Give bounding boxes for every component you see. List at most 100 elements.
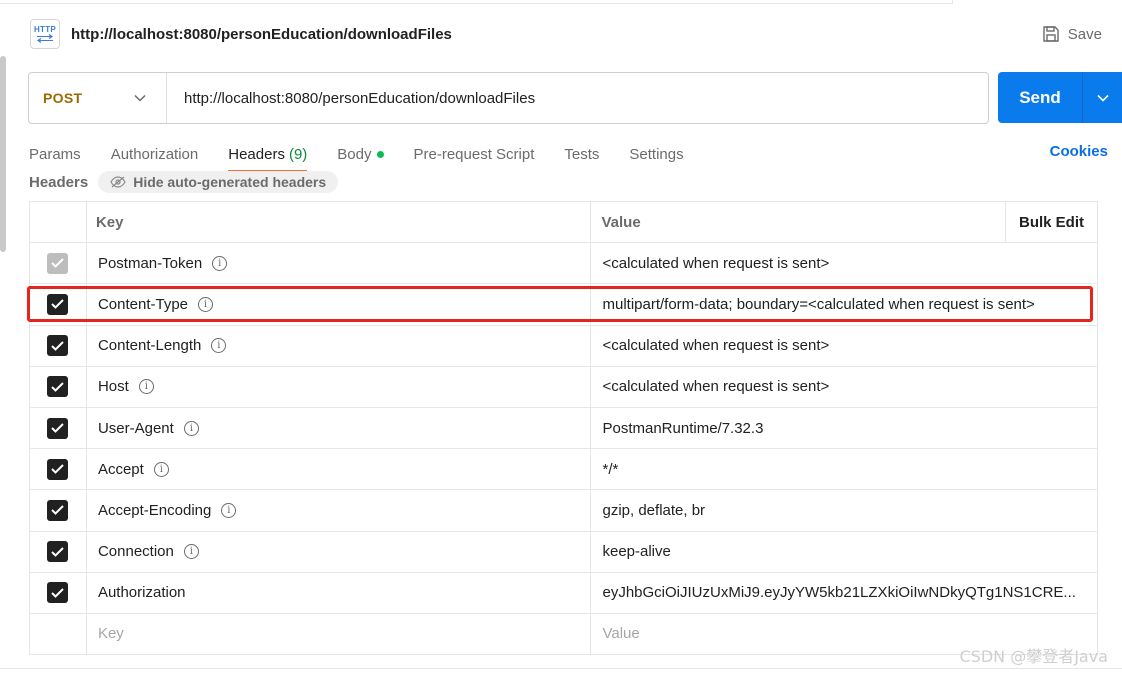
info-icon[interactable]: i [212, 255, 228, 271]
header-key-cell: Postman-Token i [87, 243, 592, 284]
tab-label: Params [29, 145, 81, 163]
row-checkbox[interactable] [47, 541, 69, 563]
send-options-dropdown[interactable] [1083, 94, 1122, 102]
row-checkbox-cell[interactable] [30, 449, 87, 490]
save-icon [1043, 26, 1059, 42]
row-checkbox-cell[interactable] [30, 531, 87, 572]
row-checkbox-cell [30, 613, 87, 655]
send-label: Send [1019, 87, 1061, 107]
table-row: Host i <calculated when request is sent> [30, 366, 1099, 408]
header-value: gzip, deflate, br [602, 501, 706, 519]
check-icon [51, 299, 65, 310]
info-icon[interactable]: i [138, 379, 154, 395]
bulk-edit-button[interactable]: Bulk Edit [1005, 202, 1097, 243]
tab-label: Body [337, 145, 372, 163]
header-value: <calculated when request is sent> [602, 254, 830, 272]
header-key-cell: Accept-Encoding i [87, 490, 592, 531]
header-value-cell: <calculated when request is sent> [591, 366, 1099, 407]
row-checkbox[interactable] [47, 417, 69, 439]
http-request-icon: HTTP [30, 19, 60, 49]
table-header-row: Key Value Bulk Edit [30, 202, 1099, 244]
new-header-row: Key Value [30, 613, 1099, 656]
headers-count-badge: (9) [288, 145, 308, 163]
tab-headers[interactable]: Headers (9) [228, 140, 308, 172]
info-icon[interactable]: i [183, 420, 199, 436]
header-key-cell[interactable]: Authorization [87, 572, 592, 613]
row-checkbox-cell[interactable] [30, 490, 87, 531]
headers-table: Key Value Bulk Edit Postman-Token i <calc… [29, 201, 1099, 656]
postman-request-page: HTTP http://localhost:8080/personEducati… [0, 0, 1122, 675]
key-placeholder: Key [97, 625, 124, 643]
headers-subheader: Headers Hide auto-generated headers [29, 171, 339, 193]
chevron-down-icon [134, 94, 146, 102]
tab-settings[interactable]: Settings [629, 140, 683, 168]
url-input[interactable]: http://localhost:8080/personEducation/do… [167, 90, 535, 107]
open-tab-edge[interactable] [952, 0, 1122, 4]
row-checkbox[interactable] [47, 458, 69, 480]
eye-off-icon [110, 176, 126, 188]
row-checkbox[interactable] [47, 582, 69, 604]
cookies-link[interactable]: Cookies [1050, 143, 1108, 160]
check-icon [51, 382, 65, 392]
row-checkbox-cell [30, 243, 87, 284]
header-key: Connection [97, 543, 174, 561]
row-checkbox[interactable] [47, 499, 69, 521]
header-value-cell: <calculated when request is sent> [591, 243, 1099, 284]
sidebar-scrollbar[interactable] [0, 56, 6, 252]
row-checkbox[interactable] [47, 293, 69, 315]
row-checkbox-cell[interactable] [30, 284, 87, 325]
checkbox-column-header [30, 202, 87, 243]
url-bar: POST http://localhost:8080/personEducati… [28, 72, 989, 124]
tab-label: Authorization [110, 145, 199, 163]
row-checkbox [47, 252, 69, 274]
header-key: Content-Type [97, 295, 189, 313]
header-key: Accept-Encoding [97, 501, 212, 519]
row-checkbox[interactable] [47, 335, 69, 357]
header-key-cell: Host i [87, 366, 592, 407]
check-icon [51, 258, 65, 269]
exchange-arrows-icon [37, 34, 53, 43]
header-key: Host [97, 378, 129, 396]
header-value-cell[interactable]: eyJhbGciOiJIUzUxMiJ9.eyJyYW5kb21LZXkiOiI… [591, 572, 1099, 613]
hide-auto-generated-headers-button[interactable]: Hide auto-generated headers [98, 171, 339, 193]
watermark: CSDN @攀登者Java [959, 647, 1108, 666]
request-tabs: Params Authorization Headers (9) Body Pre… [29, 140, 714, 174]
tab-tests[interactable]: Tests [564, 140, 599, 168]
info-icon[interactable]: i [183, 544, 199, 560]
row-checkbox-cell[interactable] [30, 325, 87, 366]
new-key-input[interactable]: Key [87, 613, 592, 655]
table-row: User-Agent i PostmanRuntime/7.32.3 [30, 407, 1099, 450]
info-icon[interactable]: i [221, 502, 237, 518]
table-row: Accept-Encoding i gzip, deflate, br [30, 490, 1099, 532]
method-select[interactable]: POST [29, 73, 167, 123]
info-icon[interactable]: i [198, 296, 214, 312]
info-icon[interactable]: i [211, 338, 227, 354]
header-value: */* [602, 460, 619, 478]
table-row: Connection i keep-alive [30, 531, 1099, 573]
send-button[interactable]: Send [998, 72, 1122, 123]
header-key-cell: Content-Length i [87, 325, 592, 366]
header-key: Postman-Token [97, 254, 203, 272]
header-value-cell: keep-alive [591, 531, 1099, 572]
tab-authorization[interactable]: Authorization [111, 140, 199, 168]
save-button[interactable]: Save [1042, 25, 1104, 43]
row-checkbox-cell[interactable] [30, 572, 87, 613]
check-icon [51, 505, 65, 516]
headers-label: Headers [29, 173, 89, 191]
info-icon[interactable]: i [153, 461, 169, 477]
tab-pre-request-script[interactable]: Pre-request Script [414, 140, 535, 168]
header-key-cell: User-Agent i [87, 407, 592, 449]
header-value: multipart/form-data; boundary=<calculate… [602, 295, 1035, 313]
request-title[interactable]: http://localhost:8080/personEducation/do… [71, 26, 452, 43]
body-indicator-dot [376, 150, 384, 158]
header-value: <calculated when request is sent> [602, 337, 830, 355]
tab-params[interactable]: Params [29, 140, 81, 168]
check-icon [51, 546, 65, 557]
row-checkbox[interactable] [47, 376, 69, 398]
row-checkbox-cell[interactable] [30, 407, 87, 449]
header-key-cell: Accept i [87, 449, 592, 490]
tab-label: Pre-request Script [413, 145, 535, 163]
save-label: Save [1067, 25, 1102, 43]
row-checkbox-cell[interactable] [30, 366, 87, 407]
tab-body[interactable]: Body [337, 140, 384, 168]
